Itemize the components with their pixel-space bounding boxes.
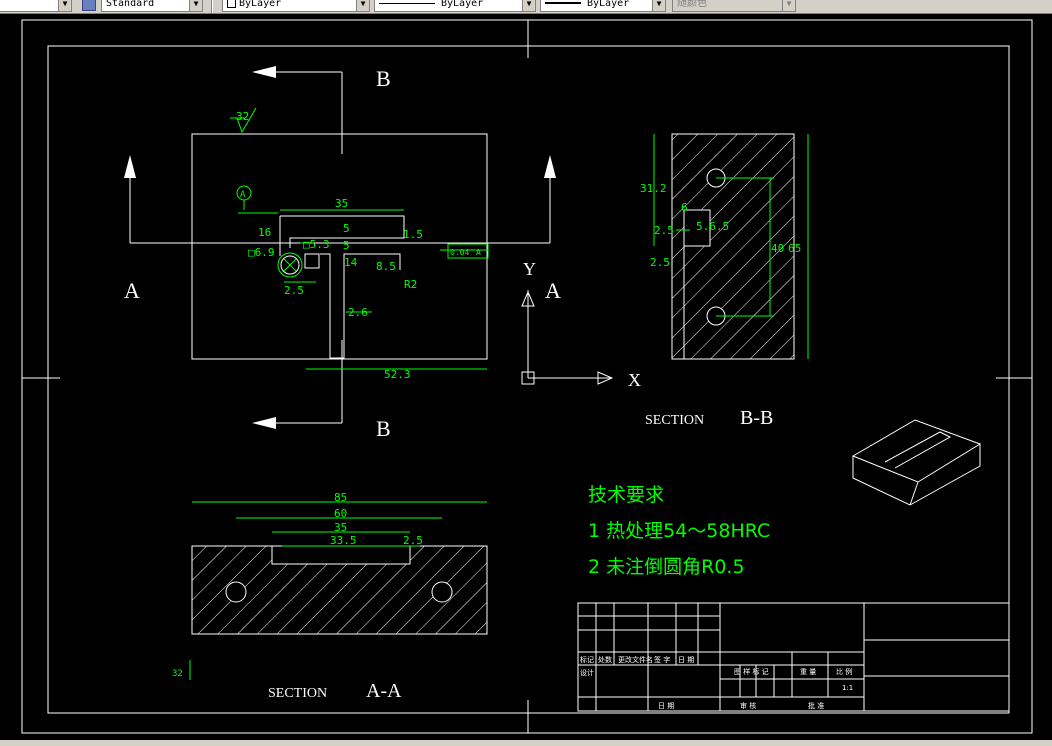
tb-approve: 批 准: [808, 701, 824, 710]
linetype-value: ByLayer: [441, 0, 484, 9]
plot-style-value: 随颜色: [677, 0, 707, 9]
bb-dim-65: 65: [788, 242, 801, 255]
aa-dim-35: 35: [334, 521, 347, 534]
plan-view: [129, 71, 551, 424]
text-style-icon[interactable]: [82, 0, 96, 11]
text-style-value: Standard: [106, 0, 155, 9]
text-style-select[interactable]: Standard ▼: [101, 0, 203, 12]
section-aa-word: SECTION: [268, 686, 327, 701]
bb-dim-6: 6: [681, 201, 688, 214]
color-swatch-icon: [227, 0, 236, 8]
tb-scale-value: 1:1: [842, 684, 853, 692]
tb-check: 审 核: [740, 701, 756, 710]
lineweight-select[interactable]: ByLayer ▼: [540, 0, 666, 12]
ucs-icon: [521, 290, 614, 385]
status-bar-edge: [0, 740, 1052, 746]
arrow-heads: [124, 66, 556, 429]
dim-2-5-left: 2.5: [284, 284, 304, 297]
tb-hdr-count: 处数: [598, 655, 612, 664]
linetype-select[interactable]: ByLayer ▼: [374, 0, 536, 12]
sheet-border: [21, 19, 1033, 734]
dim-16: 16: [258, 226, 271, 239]
plot-style-select[interactable]: 随颜色 ▼: [672, 0, 796, 12]
bb-dim-40: 40: [771, 242, 784, 255]
section-bb-view: [653, 133, 809, 360]
tb-drafter: 日 期: [658, 702, 674, 710]
lineweight-value: ByLayer: [587, 0, 630, 9]
chevron-down-icon: ▼: [356, 0, 369, 11]
dim-1-5: 1.5: [403, 228, 423, 241]
chevron-down-icon: ▼: [58, 0, 71, 11]
tb-weight: 重 量: [800, 668, 816, 676]
section-bb-label: B-B: [740, 407, 773, 429]
aa-dim-2-5: 2.5: [403, 534, 423, 547]
note-1: 1 热处理54～58HRC: [588, 520, 770, 542]
layer-select[interactable]: ByLayer ▼: [222, 0, 370, 12]
layer-value: ByLayer: [239, 0, 282, 9]
tb-hdr-mark: 标记: [580, 655, 594, 664]
chevron-down-icon: ▼: [522, 0, 535, 11]
tb-hdr-date: 日 期: [678, 656, 694, 664]
dim-sq53: □5.3: [303, 238, 330, 251]
prev-combo-fragment[interactable]: ▼: [0, 0, 72, 12]
linetype-sample-icon: [379, 2, 435, 4]
isometric-preview: [851, 419, 982, 506]
aa-dim-33-5: 33.5: [330, 534, 357, 547]
toolbar-separator: [211, 0, 213, 13]
drawing-canvas[interactable]: B B A A Y X SECTION B-B SECTION A-A 32 A…: [0, 13, 1052, 740]
axis-y-label: Y: [523, 259, 536, 279]
roughness-top: 32: [236, 110, 249, 123]
dim-r2: R2: [404, 278, 417, 291]
dim-sq69: □6.9: [248, 246, 275, 259]
bb-dim-5-6-5: 5.6.5: [696, 220, 729, 233]
section-bb-word: SECTION: [645, 413, 704, 428]
note-2: 2 未注倒圆角R0.5: [588, 556, 745, 578]
chevron-down-icon: ▼: [782, 0, 795, 11]
tb-scale: 比 例: [836, 667, 852, 676]
bb-dim-31-2: 31.2: [640, 182, 667, 195]
dim-14: 14: [344, 256, 358, 269]
aa-dim-60: 60: [334, 507, 347, 520]
tb-hdr-doc: 更改文件名: [618, 655, 653, 664]
chevron-down-icon: ▼: [189, 0, 202, 11]
tolerance-value: 0.04: [450, 248, 469, 257]
datum-a-label: A: [240, 190, 246, 200]
section-aa-label: A-A: [366, 680, 402, 702]
section-b-bottom-label: B: [376, 416, 391, 441]
notes-title: 技术要求: [588, 484, 664, 506]
dim-52-3: 52.3: [384, 368, 411, 381]
section-b-top-label: B: [376, 66, 391, 91]
chevron-down-icon: ▼: [652, 0, 665, 11]
dim-5a: 5: [343, 222, 350, 235]
section-a-left-label: A: [124, 278, 140, 303]
bb-dim-2-5b: 2.5: [650, 256, 670, 269]
tb-stage: 图 样 标 记: [734, 667, 769, 676]
dim-2-6: 2.6: [348, 306, 368, 319]
dim-8-5: 8.5: [376, 260, 396, 273]
axis-x-label: X: [628, 370, 641, 390]
tb-design: 设计: [580, 668, 594, 677]
dim-5b: 5: [343, 239, 350, 252]
dim-35-top: 35: [335, 197, 348, 210]
bb-dim-2-5a: 2.5: [654, 224, 674, 237]
properties-toolbar: ▼ Standard ▼ ByLayer ▼ ByLayer ▼ ByLayer…: [0, 0, 1052, 14]
section-a-right-label: A: [545, 278, 561, 303]
tolerance-datum: A: [476, 248, 481, 257]
tb-hdr-sign: 签 字: [654, 655, 670, 664]
aa-dim-85: 85: [334, 491, 347, 504]
roughness-bottom: 32: [172, 669, 183, 679]
lineweight-sample-icon: [545, 2, 581, 4]
